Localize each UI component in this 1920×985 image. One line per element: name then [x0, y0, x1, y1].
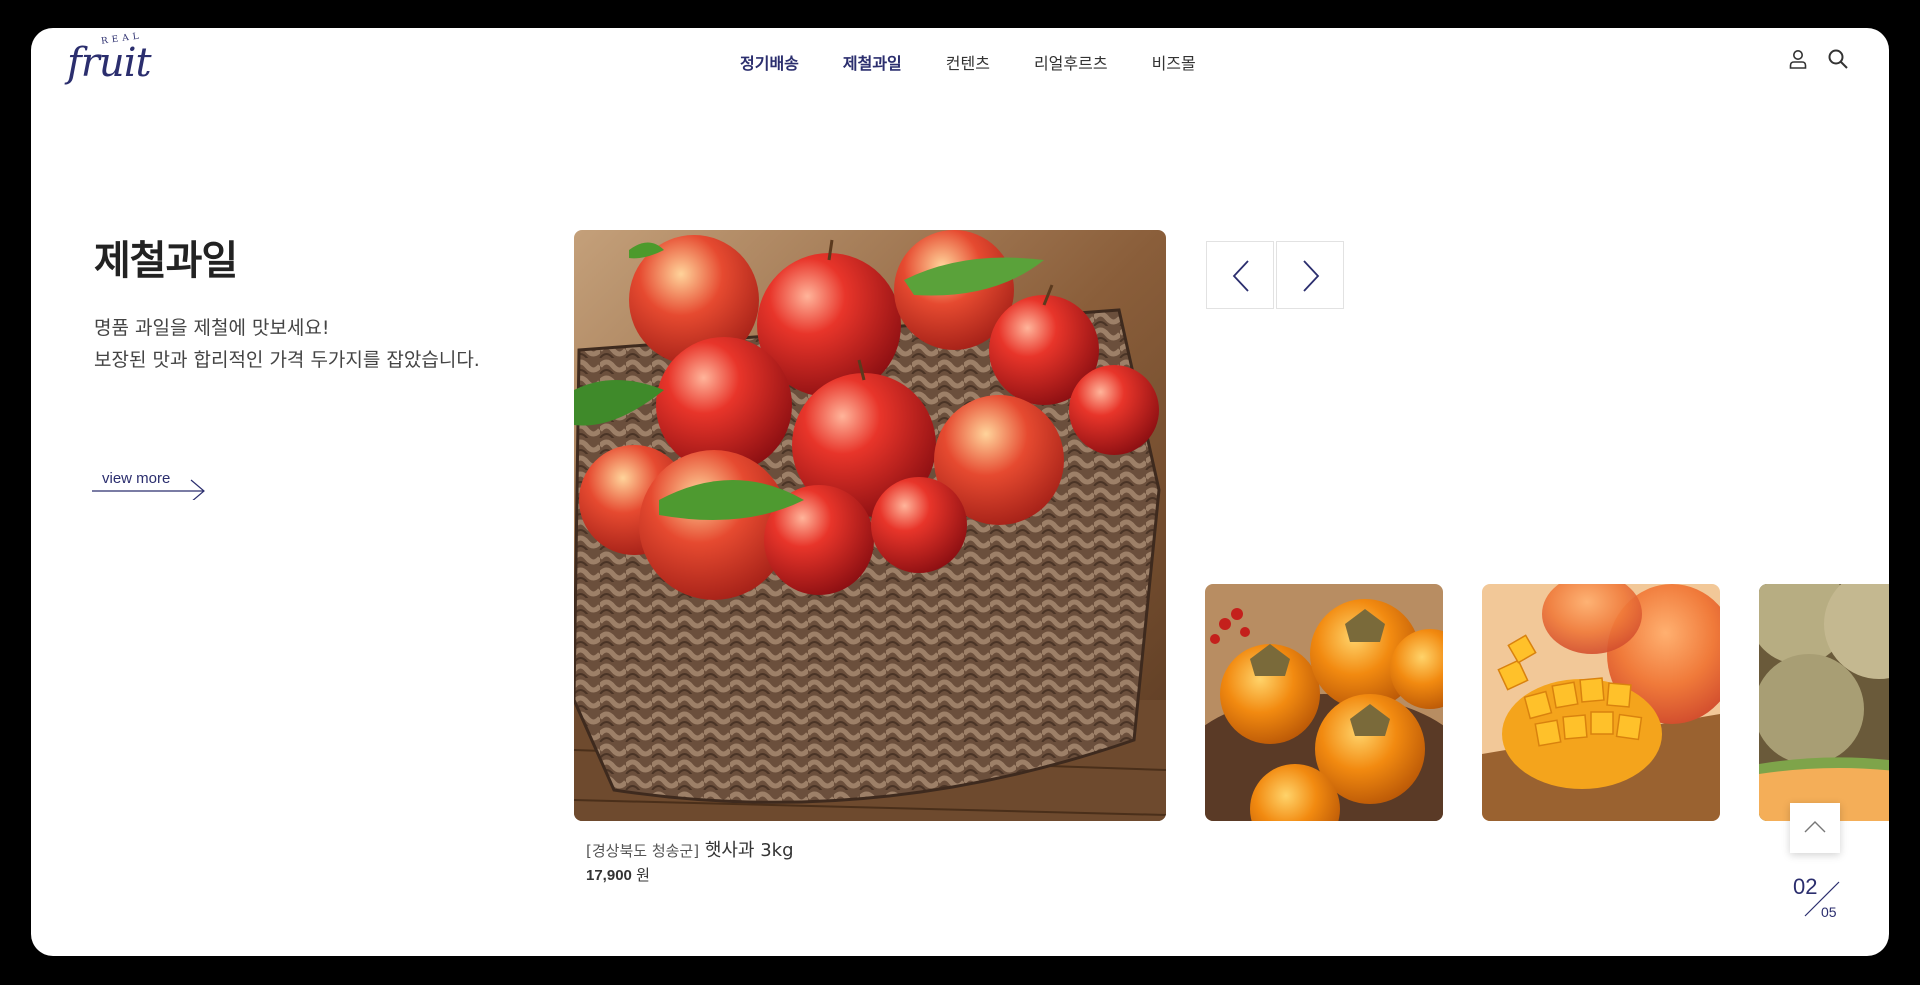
mango-illustration [1482, 584, 1720, 821]
chevron-left-icon [1232, 260, 1249, 292]
featured-product-title[interactable]: [경상북도 청송군] 햇사과 3kg [586, 836, 794, 862]
search-icon[interactable] [1827, 48, 1849, 70]
section-title: 제철과일 [94, 238, 238, 284]
thumbnail-mango[interactable] [1482, 584, 1720, 821]
view-more-link[interactable]: view more [92, 470, 207, 500]
price-value: 17,900 [586, 867, 632, 884]
arrow-right-icon [92, 479, 205, 500]
slider-prev-button[interactable] [1206, 241, 1274, 309]
logo[interactable]: REAL fruit [61, 31, 181, 102]
slider-next-button[interactable] [1276, 241, 1344, 309]
section-description: 명품 과일을 제철에 맛보세요! 보장된 맛과 합리적인 가격 두가지를 잡았습… [94, 312, 494, 376]
slide-pagination: 02 05 [1793, 874, 1853, 924]
chevron-up-icon [1804, 821, 1826, 833]
pagination-current: 02 [1793, 874, 1818, 899]
thumbnail-persimmons[interactable] [1205, 584, 1443, 821]
featured-product-name: 햇사과 3kg [704, 840, 794, 861]
nav-item-contents[interactable]: 컨텐츠 [946, 50, 990, 74]
logo-main-text: fruit [67, 40, 152, 86]
nav-item-realfruits[interactable]: 리얼후르츠 [1034, 50, 1108, 74]
price-currency: 원 [636, 867, 650, 884]
scroll-to-top-button[interactable] [1790, 803, 1840, 853]
user-icon[interactable] [1787, 48, 1809, 70]
nav-item-seasonal-fruit[interactable]: 제철과일 [843, 50, 902, 74]
featured-product-image[interactable] [574, 230, 1166, 821]
main-nav: 정기배송 제철과일 컨텐츠 리얼후르츠 비즈몰 [740, 50, 1196, 74]
page-frame: REAL fruit 정기배송 제철과일 컨텐츠 리얼후르츠 비즈몰 제철과일 … [31, 28, 1889, 956]
persimmons-illustration [1205, 584, 1443, 821]
pagination-total: 05 [1821, 904, 1837, 920]
apples-basket-illustration [574, 230, 1166, 821]
header-icons [1787, 48, 1849, 70]
featured-product-price: 17,900 원 [586, 864, 650, 885]
featured-product-region: [경상북도 청송군] [586, 842, 700, 860]
section-desc-line-1: 명품 과일을 제철에 맛보세요! [94, 317, 330, 339]
section-desc-line-2: 보장된 맛과 합리적인 가격 두가지를 잡았습니다. [94, 349, 480, 371]
nav-item-bizmall[interactable]: 비즈몰 [1152, 50, 1196, 74]
thumbnail-melon[interactable] [1759, 584, 1889, 821]
chevron-right-icon [1303, 260, 1320, 292]
melon-illustration [1759, 584, 1889, 821]
nav-item-subscription[interactable]: 정기배송 [740, 50, 799, 74]
